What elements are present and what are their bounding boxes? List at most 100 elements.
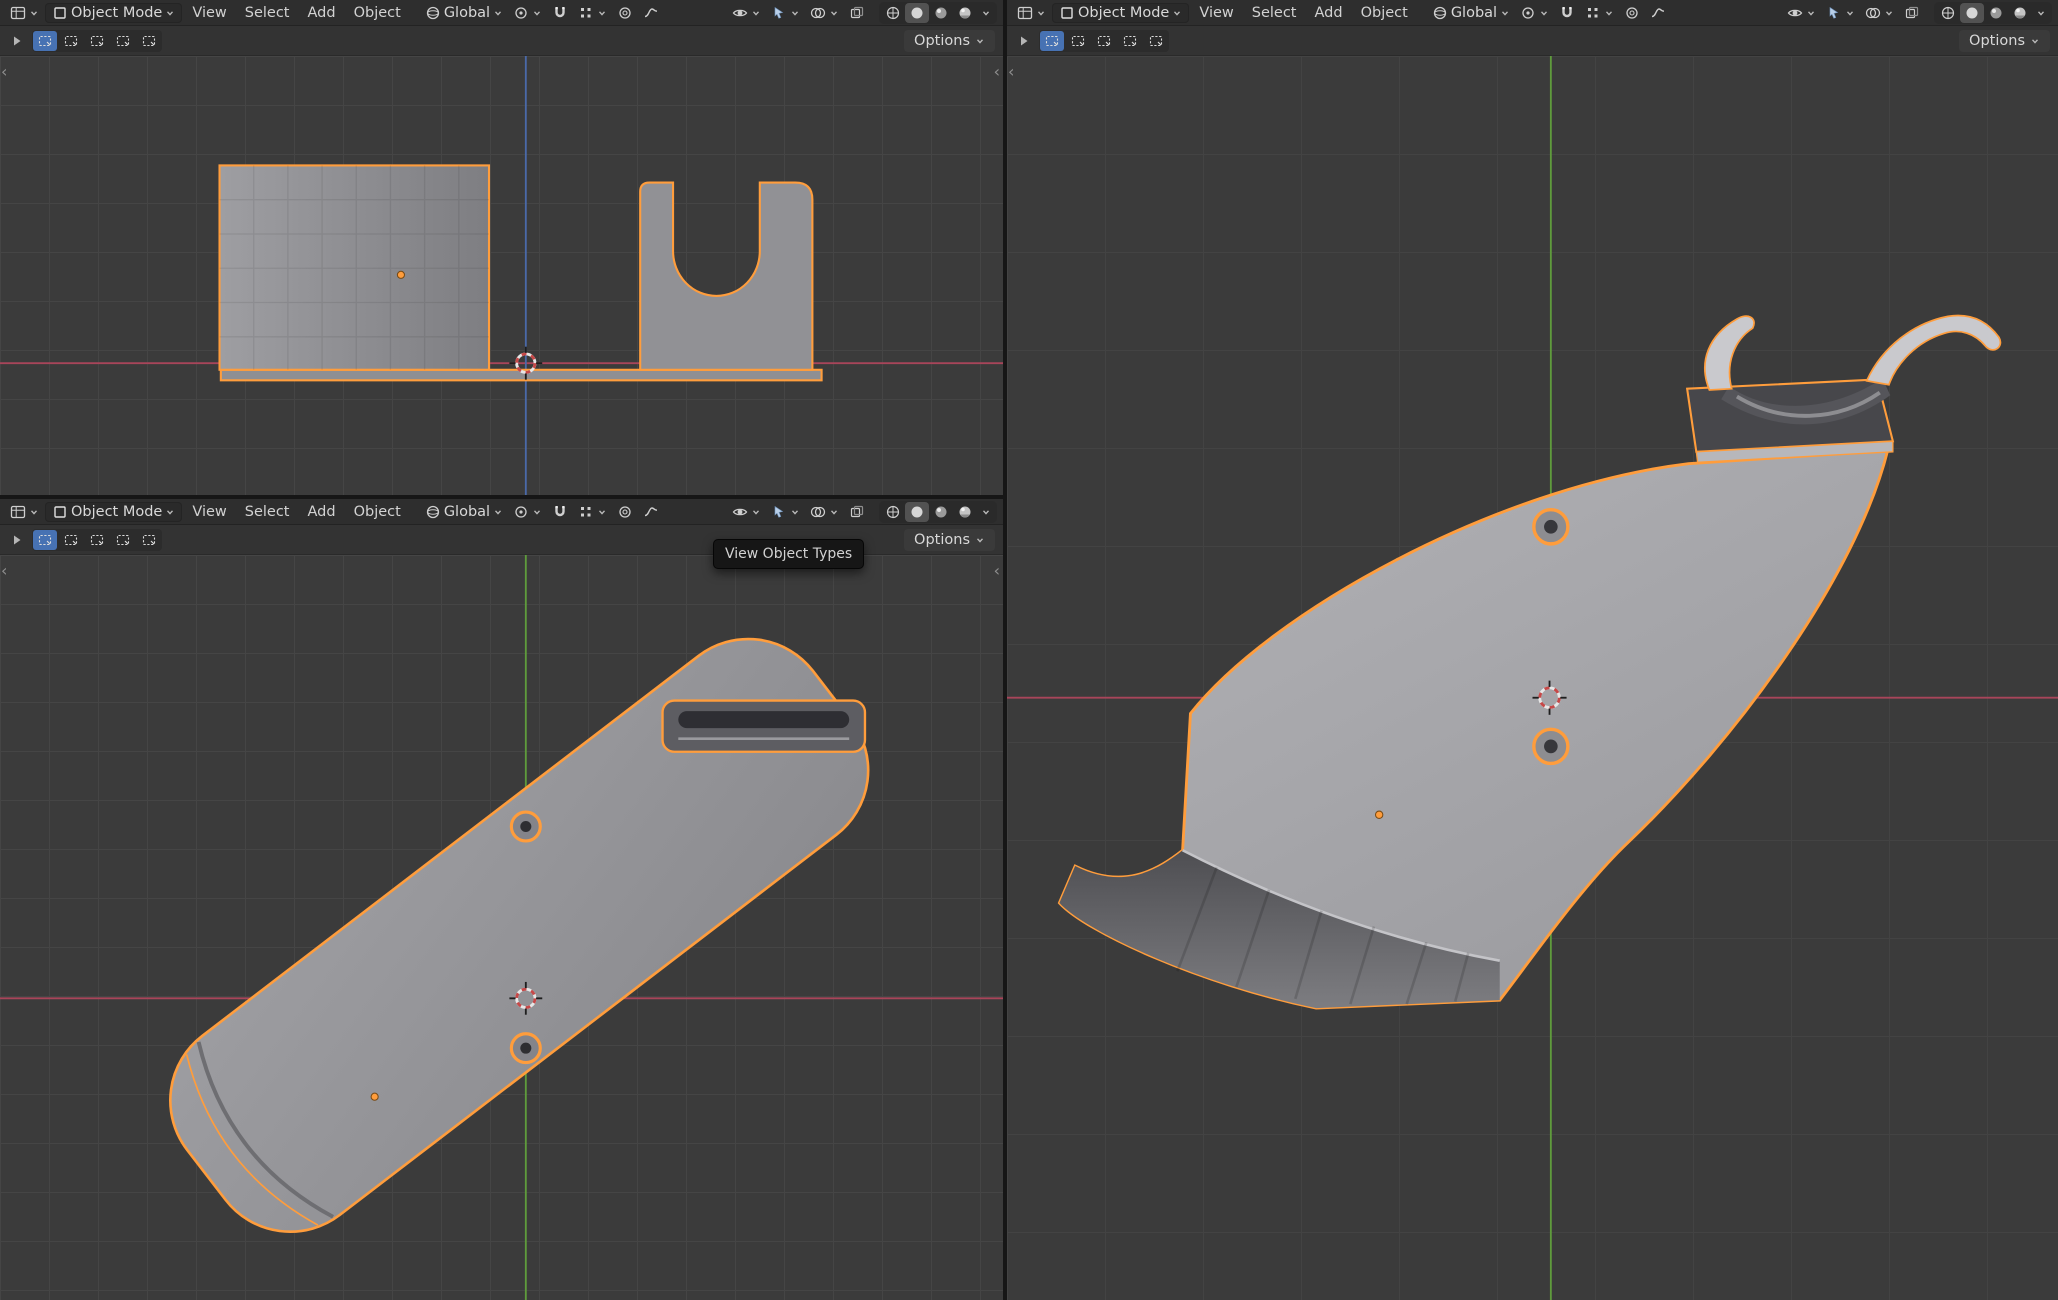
region-toggle-icon[interactable]: ‹ (994, 563, 1000, 579)
editor-type-button[interactable] (6, 3, 43, 23)
menu-object[interactable]: Object (346, 2, 409, 24)
xray-toggle[interactable] (845, 3, 869, 23)
region-toggle-icon[interactable]: ‹ (1, 64, 7, 80)
object-types-visibility-dropdown[interactable] (1783, 3, 1820, 23)
select-mode-intersect-button[interactable] (137, 31, 161, 51)
overlays-dropdown[interactable] (806, 502, 843, 522)
object-types-visibility-dropdown[interactable] (728, 502, 765, 522)
viewport-canvas-top[interactable]: ‹ ‹ (0, 555, 1003, 1300)
proportional-falloff-dropdown[interactable] (1646, 3, 1670, 23)
menu-add[interactable]: Add (1307, 2, 1351, 24)
options-dropdown[interactable]: Options (1959, 30, 2050, 52)
selected-object-top-view[interactable] (138, 606, 901, 1264)
select-mode-subtract-button[interactable] (85, 530, 109, 550)
select-mode-set-button[interactable] (1040, 31, 1064, 51)
xray-toggle[interactable] (845, 502, 869, 522)
chevron-down-icon (790, 507, 800, 517)
select-mode-set-button[interactable] (33, 530, 57, 550)
object-origin (1376, 811, 1383, 818)
shading-rendered-button[interactable] (953, 3, 977, 23)
orientation-dropdown[interactable]: Global (1428, 3, 1514, 23)
select-mode-subtract-button[interactable] (85, 31, 109, 51)
region-toggle-icon[interactable]: ‹ (994, 64, 1000, 80)
region-toggle-icon[interactable]: ‹ (1008, 64, 1014, 80)
snap-toggle[interactable] (1555, 3, 1579, 23)
orientation-dropdown[interactable]: Global (421, 3, 507, 23)
shading-solid-button[interactable] (1960, 3, 1984, 23)
shading-dropdown[interactable] (977, 505, 995, 519)
gizmos-dropdown[interactable] (1822, 3, 1859, 23)
shading-material-button[interactable] (929, 3, 953, 23)
menu-view[interactable]: View (184, 501, 234, 523)
overlays-dropdown[interactable] (806, 3, 843, 23)
proportional-editing-toggle[interactable] (613, 502, 637, 522)
tool-settings-expand-button[interactable] (8, 31, 26, 51)
editor-type-button[interactable] (6, 502, 43, 522)
snap-settings-dropdown[interactable] (1581, 3, 1618, 23)
mode-dropdown[interactable]: Object Mode (45, 502, 182, 522)
menu-object[interactable]: Object (346, 501, 409, 523)
select-mode-intersect-button[interactable] (1144, 31, 1168, 51)
menu-select[interactable]: Select (237, 501, 298, 523)
shading-wireframe-button[interactable] (1936, 3, 1960, 23)
snap-toggle[interactable] (548, 502, 572, 522)
menu-view[interactable]: View (184, 2, 234, 24)
pivot-point-dropdown[interactable] (509, 502, 546, 522)
editor-type-button[interactable] (1013, 3, 1050, 23)
select-mode-invert-button[interactable] (111, 31, 135, 51)
pivot-point-dropdown[interactable] (1516, 3, 1553, 23)
object-types-visibility-dropdown[interactable] (728, 3, 765, 23)
mode-dropdown[interactable]: Object Mode (1052, 3, 1189, 23)
chevron-down-icon (975, 36, 985, 46)
tool-settings-expand-button[interactable] (1015, 31, 1033, 51)
proportional-editing-toggle[interactable] (1620, 3, 1644, 23)
select-mode-invert-button[interactable] (111, 530, 135, 550)
select-mode-extend-button[interactable] (1066, 31, 1090, 51)
proportional-editing-toggle[interactable] (613, 3, 637, 23)
viewport-top-ortho: Object Mode View Select Add Object Globa… (0, 499, 1003, 1300)
proportional-falloff-dropdown[interactable] (639, 502, 663, 522)
gizmos-dropdown[interactable] (767, 502, 804, 522)
options-dropdown[interactable]: Options (904, 529, 995, 551)
tool-settings-expand-button[interactable] (8, 530, 26, 550)
xray-toggle[interactable] (1900, 3, 1924, 23)
snap-settings-dropdown[interactable] (574, 502, 611, 522)
region-toggle-icon[interactable]: ‹ (1, 563, 7, 579)
orientation-dropdown[interactable]: Global (421, 502, 507, 522)
options-dropdown[interactable]: Options (904, 30, 995, 52)
menu-add[interactable]: Add (300, 2, 344, 24)
viewport-canvas-perspective[interactable]: ‹ (1007, 56, 2058, 1300)
shading-wireframe-button[interactable] (881, 502, 905, 522)
shading-material-button[interactable] (929, 502, 953, 522)
select-mode-invert-button[interactable] (1118, 31, 1142, 51)
shading-rendered-button[interactable] (953, 502, 977, 522)
select-mode-extend-button[interactable] (59, 31, 83, 51)
shading-dropdown[interactable] (2032, 6, 2050, 20)
viewport-canvas-front[interactable]: ‹ ‹ (0, 56, 1003, 495)
snap-toggle[interactable] (548, 3, 572, 23)
selected-object-front-view[interactable] (220, 165, 822, 380)
mode-dropdown[interactable]: Object Mode (45, 3, 182, 23)
shading-dropdown[interactable] (977, 6, 995, 20)
pivot-point-dropdown[interactable] (509, 3, 546, 23)
menu-add[interactable]: Add (300, 501, 344, 523)
menu-select[interactable]: Select (1244, 2, 1305, 24)
select-mode-subtract-button[interactable] (1092, 31, 1116, 51)
select-mode-extend-button[interactable] (59, 530, 83, 550)
menu-object[interactable]: Object (1353, 2, 1416, 24)
gizmos-dropdown[interactable] (767, 3, 804, 23)
proportional-falloff-dropdown[interactable] (639, 3, 663, 23)
selected-object-perspective[interactable] (1059, 316, 2000, 1009)
overlays-dropdown[interactable] (1861, 3, 1898, 23)
shading-solid-button[interactable] (905, 3, 929, 23)
menu-view[interactable]: View (1191, 2, 1241, 24)
select-mode-set-button[interactable] (33, 31, 57, 51)
snap-settings-dropdown[interactable] (574, 3, 611, 23)
shading-rendered-button[interactable] (2008, 3, 2032, 23)
shading-wireframe-button[interactable] (881, 3, 905, 23)
menu-select[interactable]: Select (237, 2, 298, 24)
shading-solid-button[interactable] (905, 502, 929, 522)
select-mode-intersect-button[interactable] (137, 530, 161, 550)
shading-material-button[interactable] (1984, 3, 2008, 23)
xray-icon (1904, 5, 1920, 21)
